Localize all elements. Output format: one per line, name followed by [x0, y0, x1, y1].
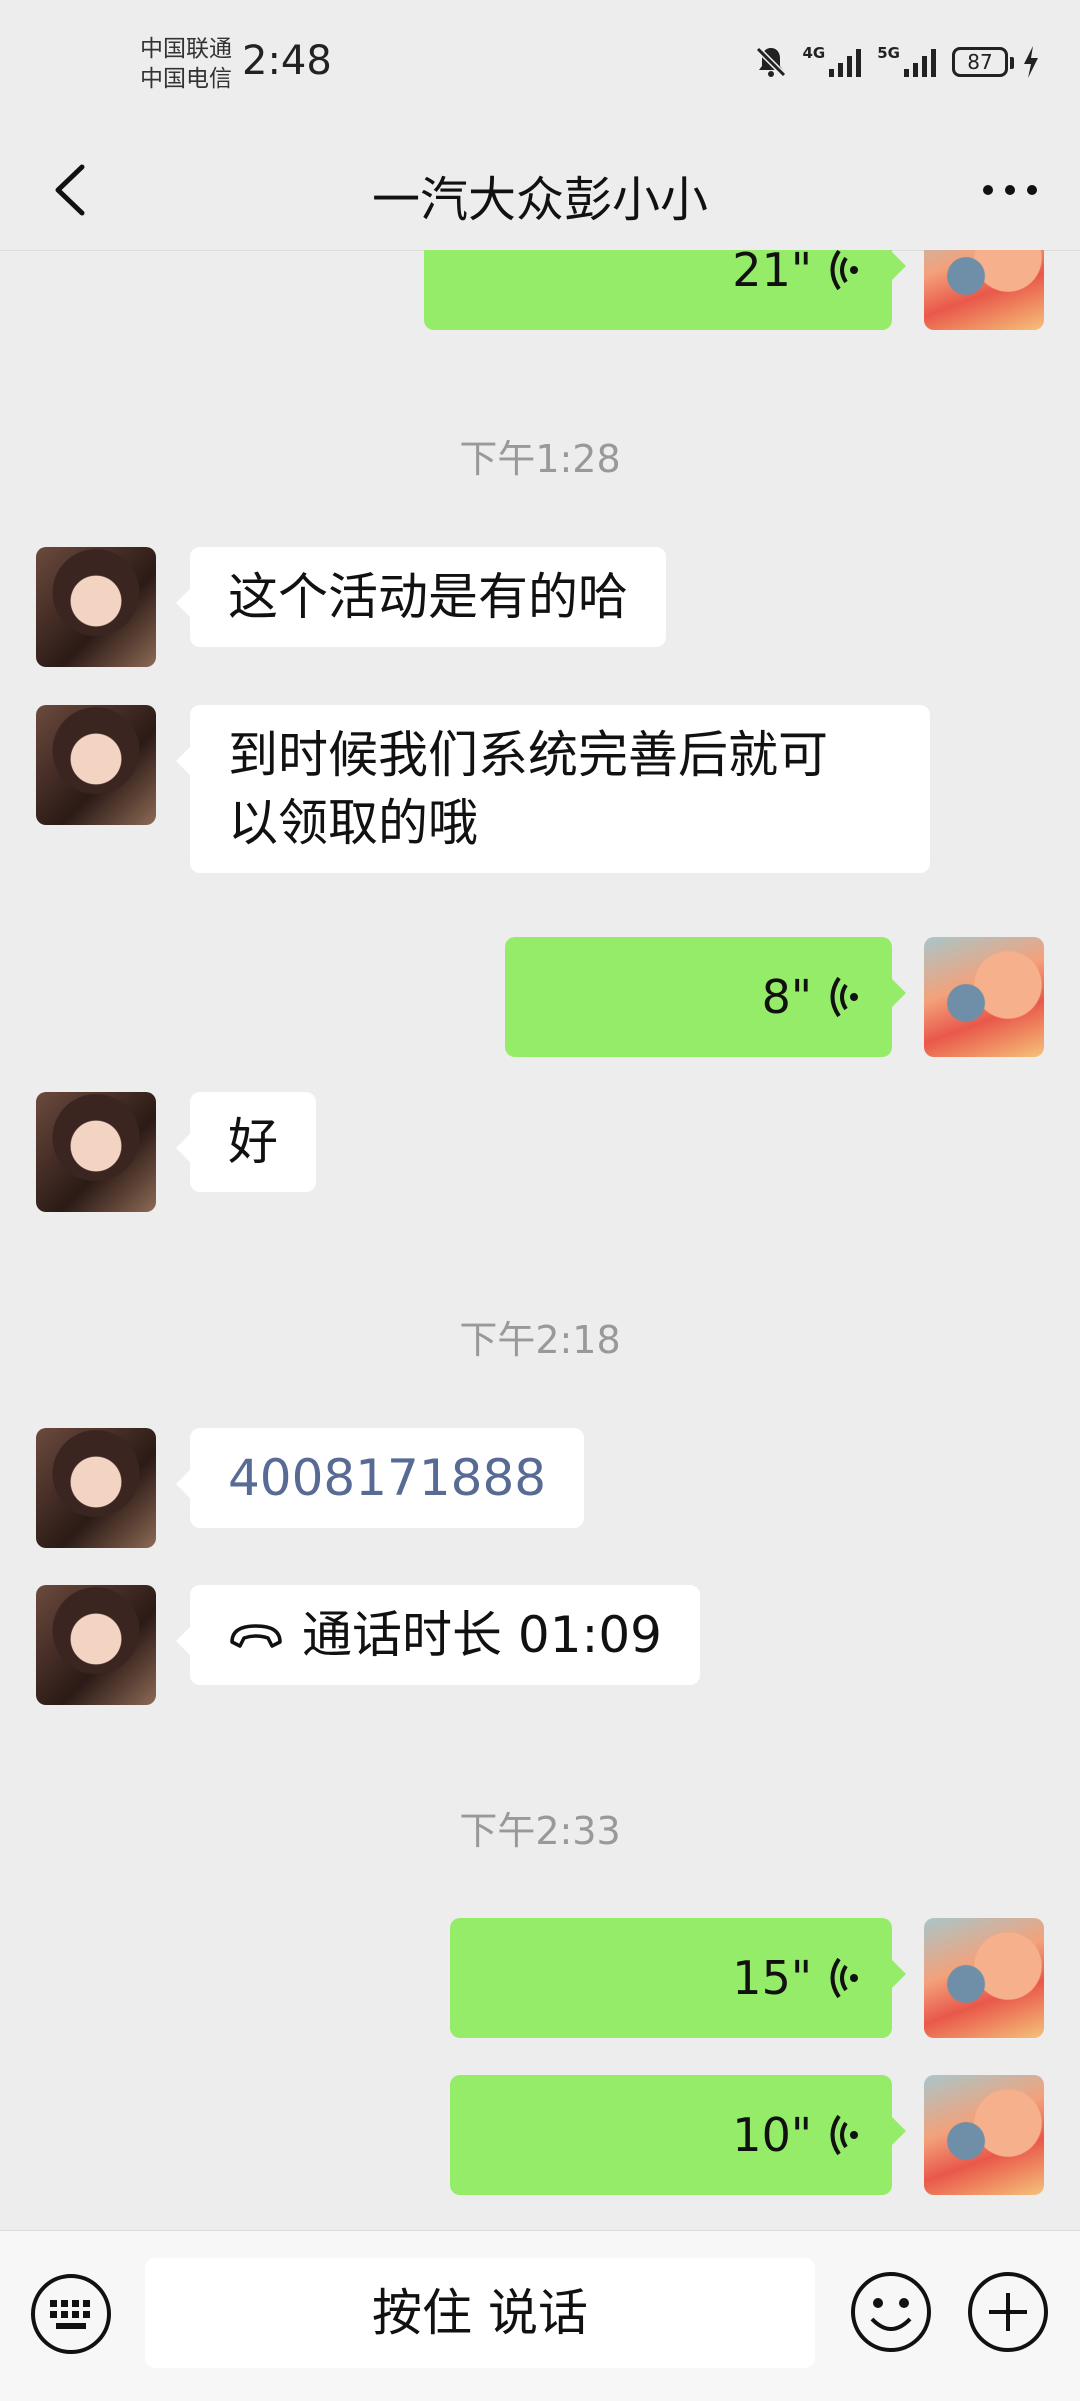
carrier-info: 中国联通 中国电信: [140, 34, 232, 94]
call-duration-text: 通话时长 01:09: [302, 1606, 662, 1664]
status-bar: 中国联通 中国电信 2:48 4G 5G 87: [0, 0, 1080, 130]
voice-wave-icon: [830, 1957, 858, 1999]
text-message[interactable]: 好: [176, 1092, 316, 1192]
text-message[interactable]: 到时候我们系统完善后就可 以领取的哦: [176, 705, 930, 873]
call-record-message[interactable]: 通话时长 01:09: [176, 1585, 700, 1685]
message-text-line: 到时候我们系统完善后就可: [228, 726, 828, 784]
contact-avatar[interactable]: [36, 705, 156, 825]
status-icons: 4G 5G 87: [753, 42, 1041, 82]
signal-icon: [904, 49, 936, 77]
voice-duration: 21": [732, 250, 812, 297]
voice-message[interactable]: 21": [424, 250, 906, 330]
emoji-icon[interactable]: [848, 2269, 934, 2355]
signal-icon: [829, 49, 862, 77]
voice-message[interactable]: 8": [505, 937, 906, 1057]
chat-message-list[interactable]: 21" 下午1:28 这个活动是有的哈 到时候我们系统完善后就可 以领取的哦 8…: [0, 250, 1080, 2230]
my-avatar[interactable]: [924, 250, 1044, 330]
hold-to-talk-button[interactable]: 按住 说话: [145, 2258, 815, 2368]
chat-header: 一汽大众彭小小: [0, 130, 1080, 251]
voice-wave-icon: [830, 976, 858, 1018]
phone-hangup-icon: [230, 1624, 282, 1648]
timestamp: 下午2:33: [459, 1809, 621, 1853]
timestamp: 下午1:28: [459, 437, 621, 481]
battery-indicator: 87: [952, 47, 1014, 77]
input-bar: 按住 说话: [0, 2230, 1080, 2401]
voice-duration: 8": [761, 970, 812, 1024]
voice-duration: 10": [732, 2108, 812, 2162]
voice-wave-icon: [830, 2114, 858, 2156]
contact-avatar[interactable]: [36, 1092, 156, 1212]
voice-wave-icon: [830, 250, 858, 291]
voice-message[interactable]: 10": [450, 2075, 906, 2195]
contact-avatar[interactable]: [36, 547, 156, 667]
contact-avatar[interactable]: [36, 1428, 156, 1548]
carrier-2: 中国电信: [140, 66, 232, 92]
text-message[interactable]: 这个活动是有的哈: [176, 547, 666, 647]
status-time: 2:48: [242, 38, 332, 84]
my-avatar[interactable]: [924, 937, 1044, 1057]
my-avatar[interactable]: [924, 1918, 1044, 2038]
voice-message[interactable]: 15": [450, 1918, 906, 2038]
voice-duration: 15": [732, 1951, 812, 2005]
more-icon[interactable]: [970, 155, 1050, 225]
network-2-label: 5G: [877, 44, 900, 62]
phone-number-message[interactable]: 4008171888: [175, 1428, 585, 1528]
carrier-1: 中国联通: [140, 36, 232, 62]
mute-bell-icon: [755, 46, 786, 78]
charging-icon: [1024, 46, 1038, 78]
network-1-label: 4G: [802, 44, 826, 62]
message-text-line: 以领取的哦: [228, 794, 478, 852]
chat-title: 一汽大众彭小小: [371, 172, 708, 228]
plus-icon[interactable]: [965, 2269, 1051, 2355]
message-text: 好: [228, 1113, 278, 1171]
contact-avatar[interactable]: [36, 1585, 156, 1705]
my-avatar[interactable]: [924, 2075, 1044, 2195]
timestamp: 下午2:18: [459, 1318, 621, 1362]
keyboard-icon[interactable]: [28, 2271, 114, 2357]
phone-number-link[interactable]: 4008171888: [228, 1449, 546, 1507]
message-text: 这个活动是有的哈: [228, 568, 628, 626]
